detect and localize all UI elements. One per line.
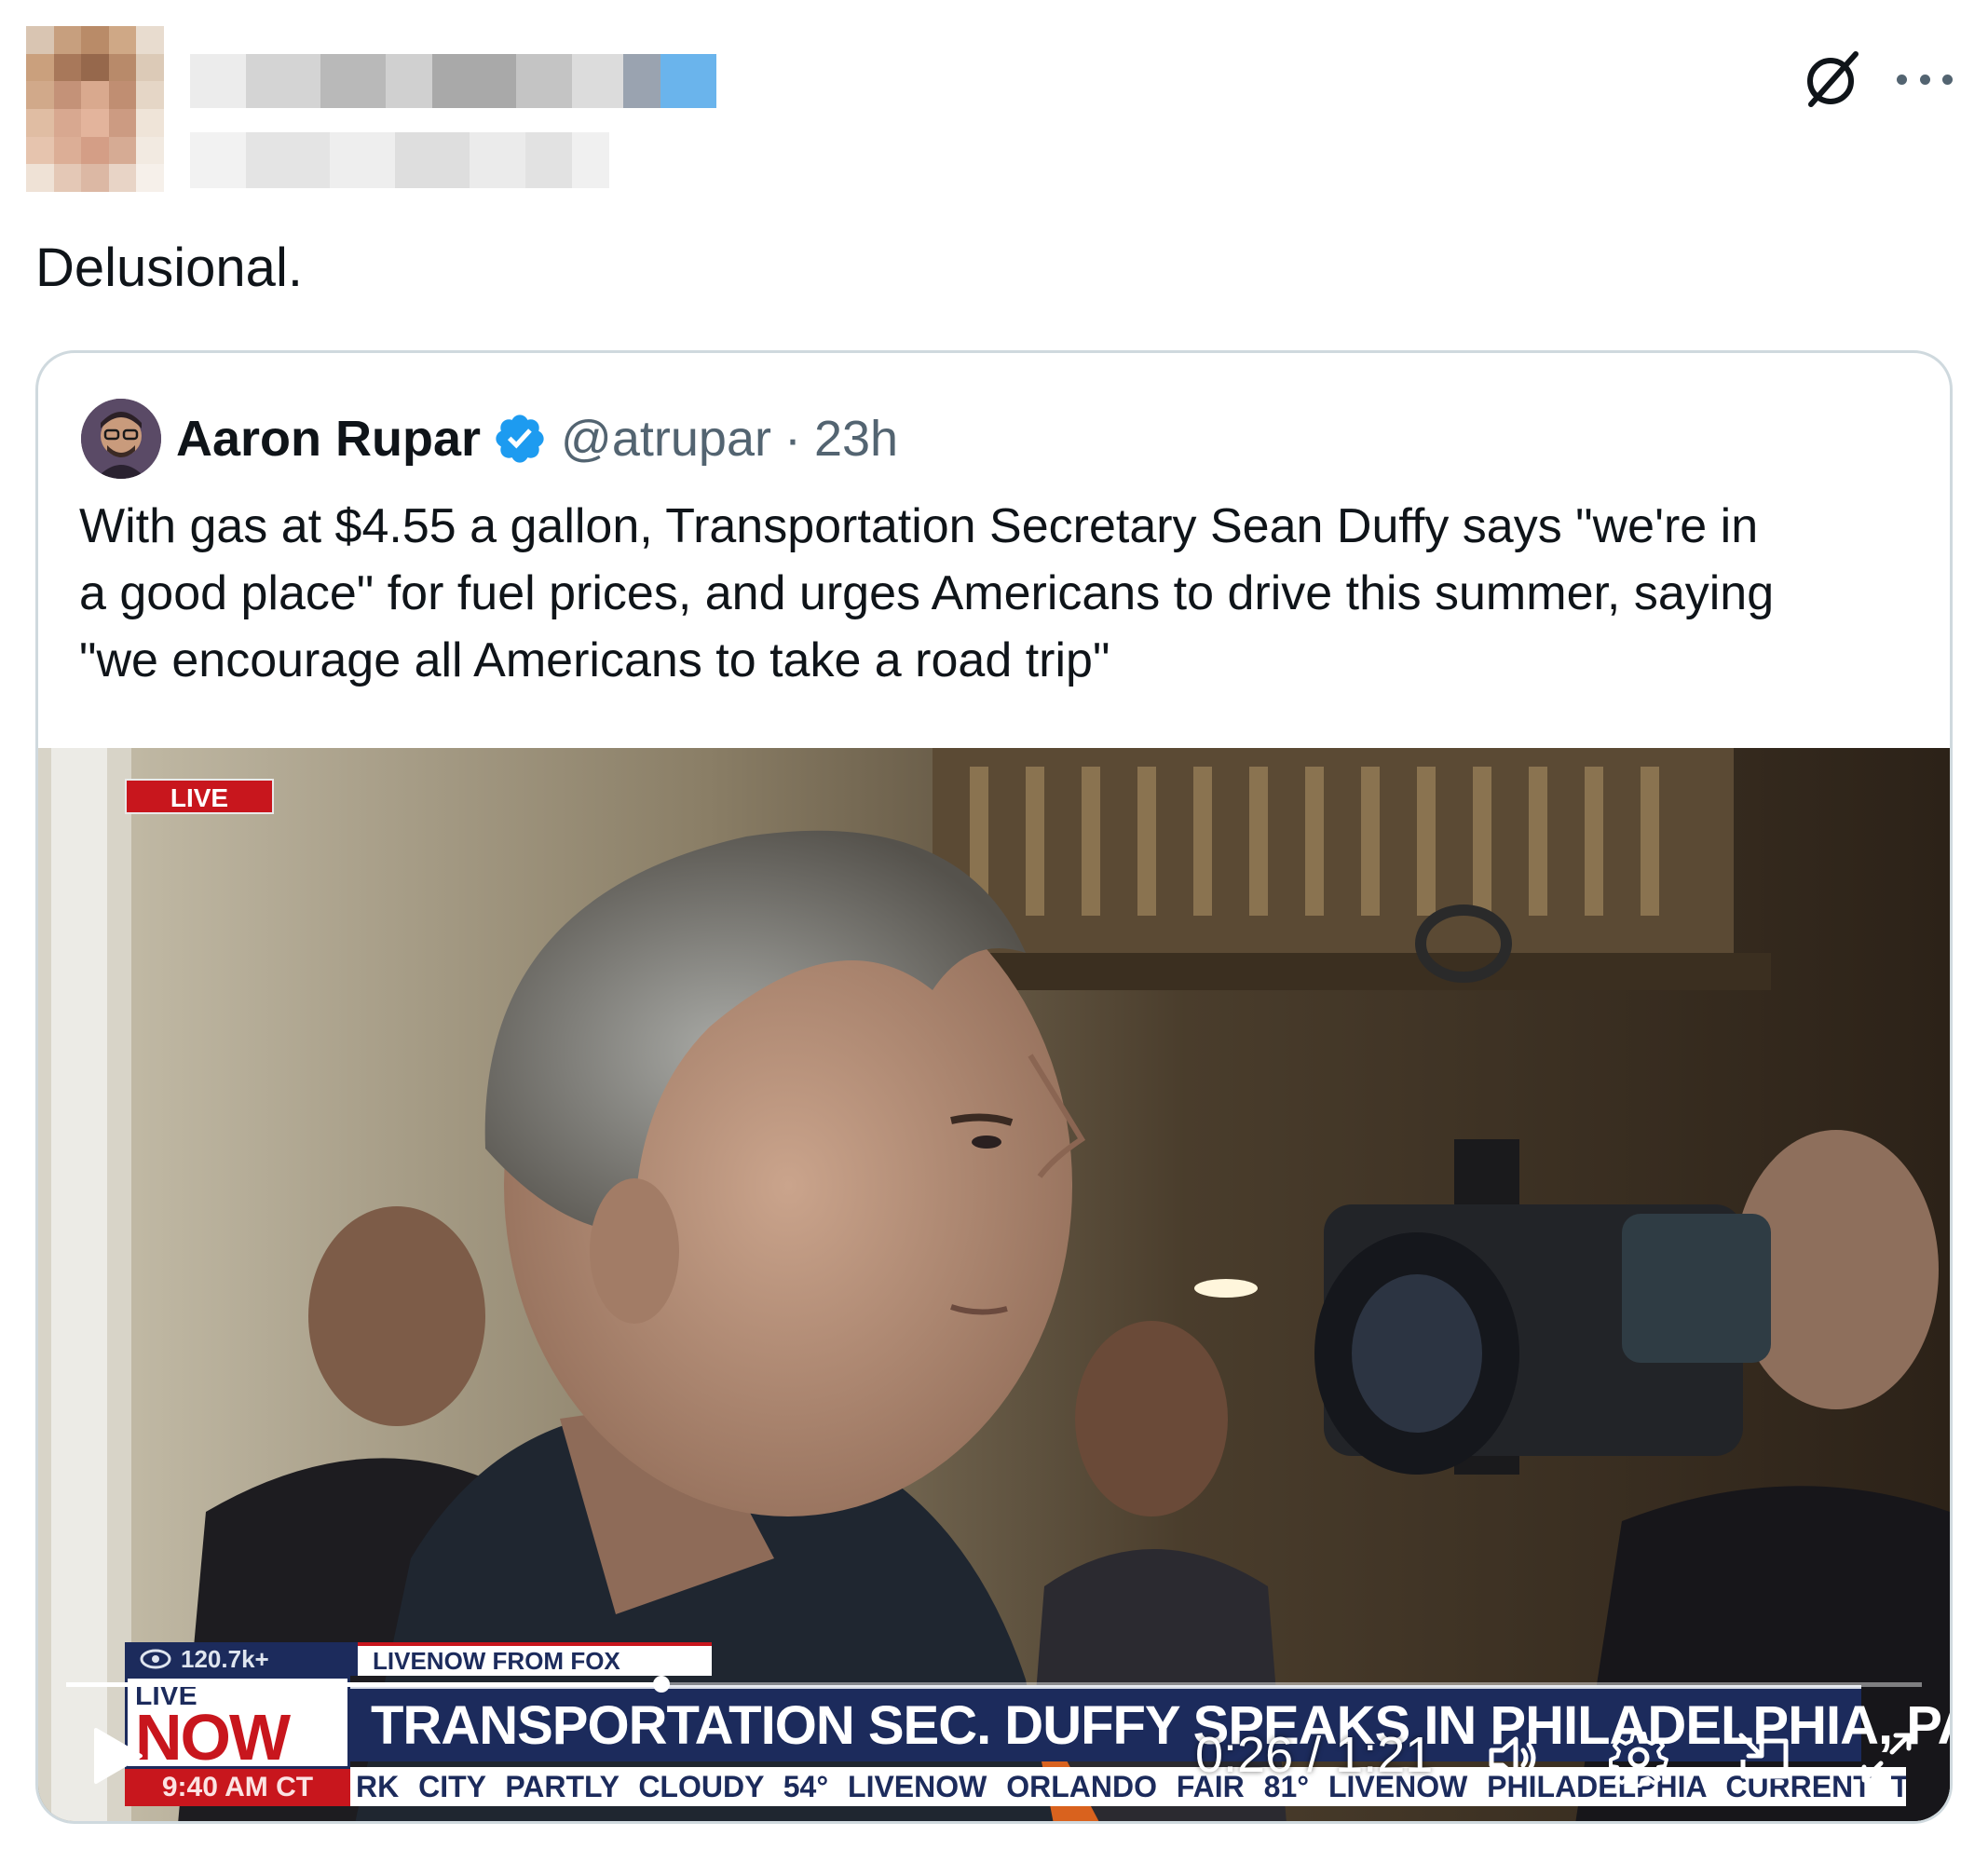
- play-icon[interactable]: [90, 1726, 144, 1786]
- livenow-logo-now: NOW: [135, 1701, 291, 1774]
- broadcast-clock: 9:40 AM CT: [125, 1769, 350, 1806]
- live-tag: LIVE: [125, 779, 274, 814]
- video-player[interactable]: LIVE 120.7k+ LIVENOW FROM FOX LIVE NOW 9…: [38, 748, 1950, 1821]
- header-separator: ·: [783, 411, 801, 467]
- picture-in-picture-icon[interactable]: [1734, 1728, 1793, 1788]
- video-progress-fill: [66, 1682, 662, 1687]
- video-time-separator: /: [1307, 1727, 1322, 1783]
- volume-icon[interactable]: [1484, 1728, 1544, 1788]
- quoted-author-name[interactable]: Aaron Rupar: [176, 410, 481, 468]
- video-progress-bar[interactable]: [66, 1676, 1922, 1693]
- views-counter: 120.7k+: [125, 1642, 358, 1676]
- quoted-tweet-card[interactable]: Aaron Rupar @atrupar · 23h With gas at $…: [35, 350, 1953, 1824]
- gear-icon[interactable]: [1609, 1728, 1668, 1788]
- weather-ticker: RK CITY PARTLY CLOUDY 54° LIVENOW ORLAND…: [350, 1767, 1906, 1806]
- fullscreen-icon[interactable]: [1857, 1728, 1916, 1788]
- views-count: 120.7k+: [181, 1645, 269, 1673]
- quoted-tweet-text: With gas at $4.55 a gallon, Transportati…: [79, 493, 1924, 694]
- author-name-blurred[interactable]: [190, 54, 716, 108]
- tweet-text: Delusional.: [35, 238, 303, 298]
- quoted-tweet-header: Aaron Rupar @atrupar · 23h: [176, 405, 898, 472]
- quoted-tweet-line: "we encourage all Americans to take a ro…: [79, 633, 1110, 687]
- author-handle-blurred: [190, 132, 609, 188]
- video-time-readout: 0:26 / 1:21: [1195, 1726, 1433, 1784]
- quoted-tweet-line: a good place" for fuel prices, and urges…: [79, 566, 1775, 620]
- grok-icon[interactable]: [1800, 47, 1865, 112]
- verified-badge-icon[interactable]: [492, 411, 548, 467]
- more-icon[interactable]: [1897, 56, 1953, 102]
- quoted-tweet-line: With gas at $4.55 a gallon, Transportati…: [79, 499, 1759, 553]
- quoted-author-handle[interactable]: @atrupar: [561, 410, 771, 468]
- video-duration: 1:21: [1335, 1727, 1434, 1783]
- author-avatar-blurred[interactable]: [26, 26, 164, 192]
- eye-icon: [140, 1649, 171, 1669]
- quoted-author-avatar[interactable]: [81, 399, 161, 479]
- quoted-tweet-timestamp[interactable]: 23h: [814, 410, 898, 468]
- livenow-logo: LIVE NOW: [125, 1676, 350, 1774]
- livenow-from-label: LIVENOW FROM FOX: [358, 1642, 712, 1676]
- video-current-time: 0:26: [1195, 1727, 1294, 1783]
